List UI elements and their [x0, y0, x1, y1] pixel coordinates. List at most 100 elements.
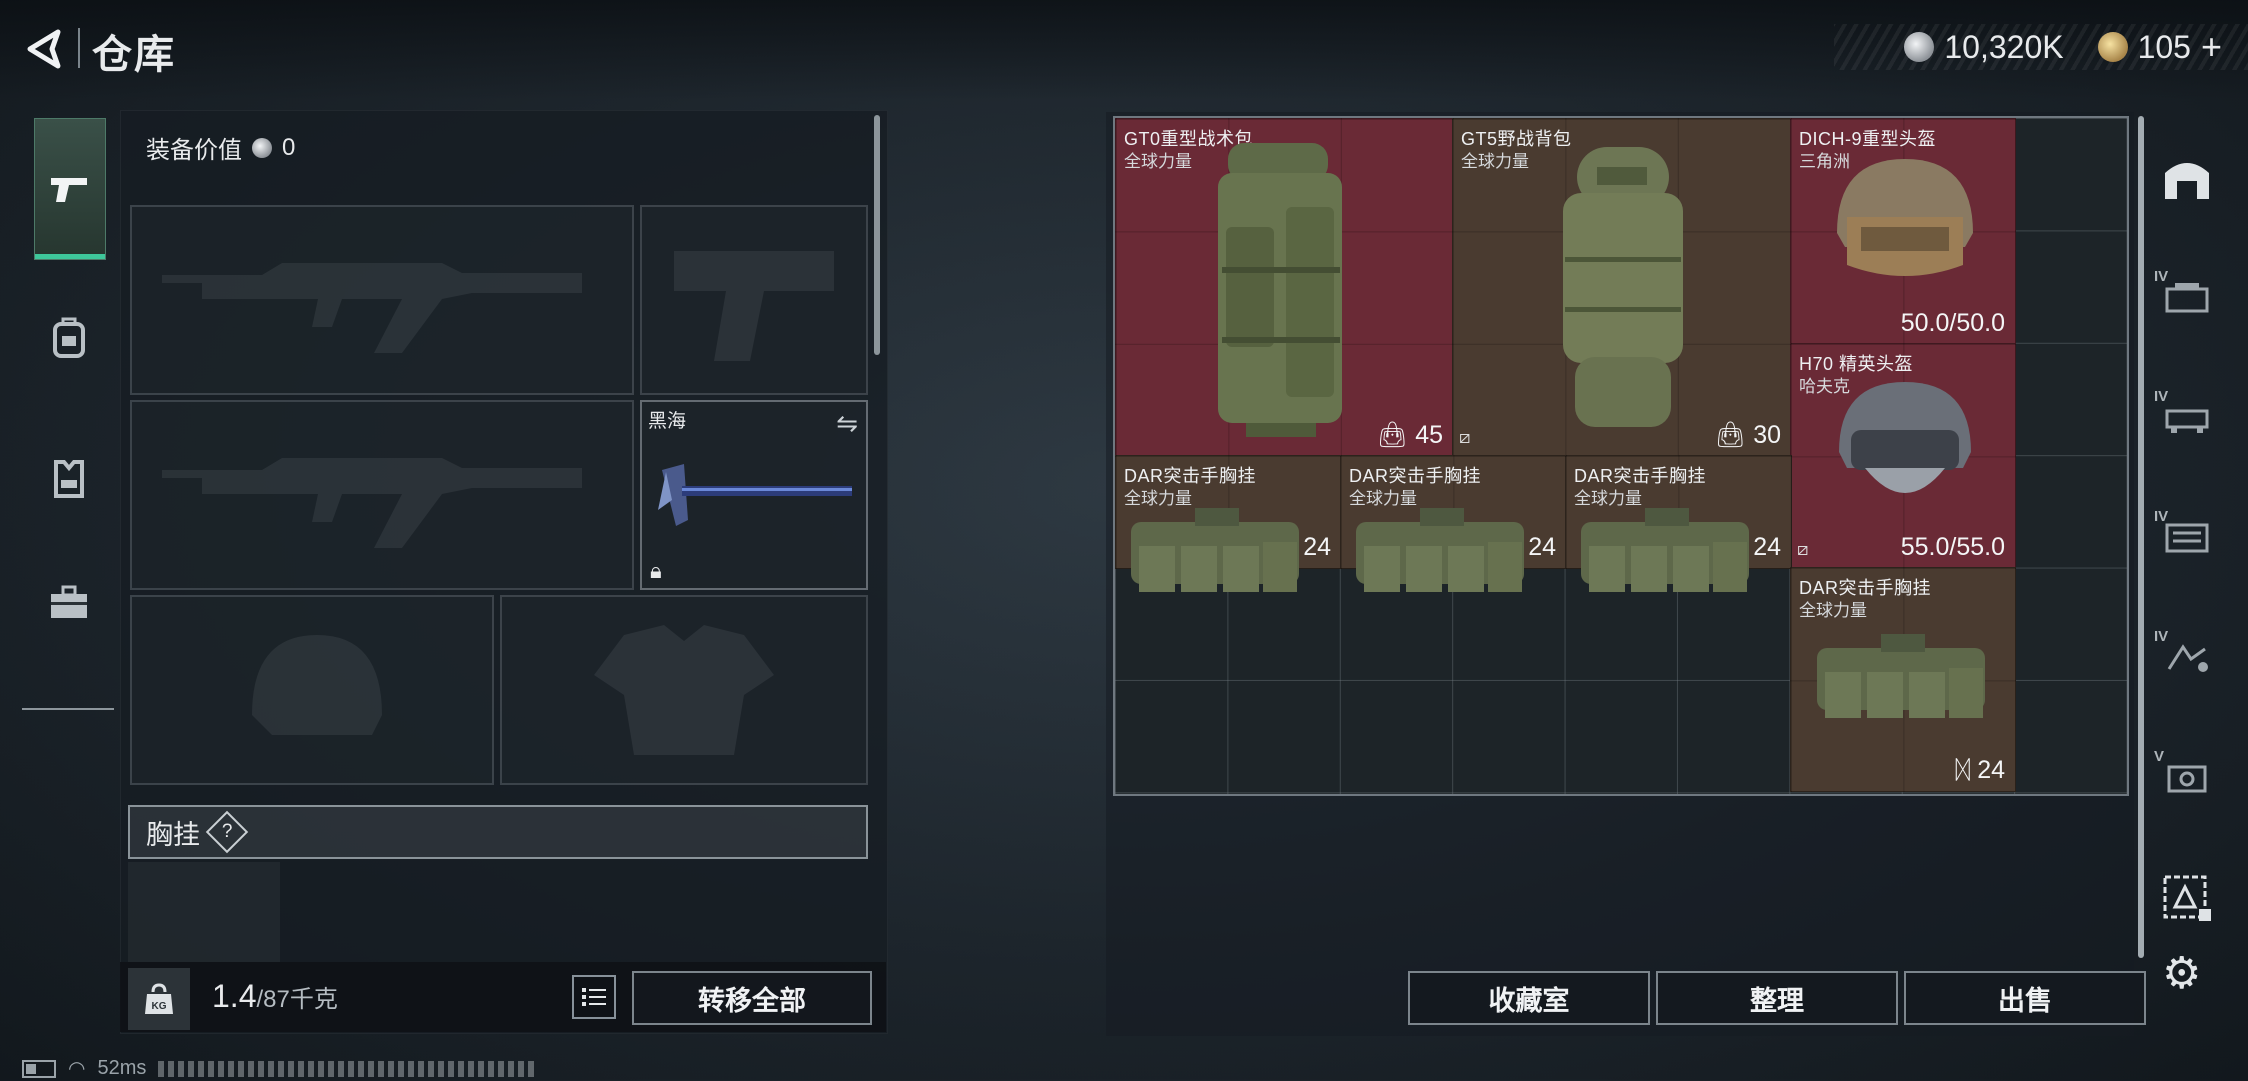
- toolbox-icon: [51, 585, 87, 618]
- primary-weapon-slot[interactable]: [130, 205, 634, 395]
- tab-level: IV: [2154, 268, 2169, 285]
- obscured-text: [158, 1060, 539, 1077]
- secondary-weapon-slot[interactable]: [130, 400, 634, 590]
- stash-item-backpack[interactable]: GT0重型战术包 全球力量 👜︎ 45: [1115, 118, 1454, 457]
- stash-upgrade-5-icon: [2167, 765, 2207, 793]
- add-gold-button[interactable]: +: [2201, 26, 2222, 68]
- stash-scrollbar[interactable]: [2138, 116, 2144, 958]
- stash-item-helmet[interactable]: H70 精英头盔 哈夫克 ⧄ 55.0/55.0: [1790, 343, 2016, 569]
- stash-tab-main[interactable]: [2150, 142, 2224, 212]
- chest-rig-header: 胸挂 ?: [128, 805, 868, 859]
- chest-rig-pouches-icon: [1356, 508, 1524, 592]
- stash-tabs-nav: IV IV IV IV V: [2150, 112, 2224, 1002]
- elite-helmet-icon: [1839, 382, 1971, 493]
- transfer-all-button[interactable]: 转移全部: [632, 971, 872, 1025]
- settings-gear-icon[interactable]: ⚙: [2162, 948, 2201, 999]
- kettlebell-weight-icon: KG: [145, 983, 173, 1014]
- stash-tab-upgrade-5[interactable]: V: [2150, 742, 2224, 812]
- gold-amount: 105: [2137, 28, 2191, 65]
- left-category-nav: [22, 108, 114, 708]
- stash-upgrade-4-icon: [2167, 644, 2208, 672]
- stash-tab-upgrade-1[interactable]: IV: [2150, 262, 2224, 332]
- capacity-value: 30: [1753, 421, 1781, 449]
- stash-upgrade-2-icon: [2165, 409, 2209, 433]
- nav-toolbox[interactable]: [34, 558, 104, 648]
- nav-backpack[interactable]: [34, 268, 104, 408]
- stash-special-icon: [2163, 875, 2211, 921]
- durability: 50.0/50.0: [1900, 309, 2005, 337]
- help-icon[interactable]: ?: [205, 810, 249, 854]
- nav-vest[interactable]: [34, 408, 104, 548]
- vest-icon: [54, 460, 84, 498]
- chest-rig-pouches-icon: [1817, 634, 1985, 718]
- melee-slot[interactable]: 黑海 ⇋ 🔒︎: [640, 400, 868, 590]
- tactical-axe-icon: [658, 464, 852, 526]
- tab-level: V: [2154, 748, 2165, 765]
- capacity-value: 45: [1415, 421, 1443, 449]
- no-stack-icon: ⧄: [1797, 539, 1809, 559]
- status-bar: ◠ 52ms: [22, 1056, 539, 1081]
- chest-rig-label: 胸挂: [146, 819, 200, 850]
- gold-coin-icon: [2097, 32, 2128, 62]
- capacity-label: ᛞ 24: [1955, 756, 2005, 784]
- capacity-value: 24: [1753, 533, 1781, 561]
- tab-level: IV: [2154, 628, 2169, 645]
- pistol-silhouette-icon: [674, 251, 834, 361]
- body-armor-slot[interactable]: [500, 595, 868, 785]
- no-stack-icon: ⧄: [1459, 427, 1471, 447]
- helmet-silhouette-icon: [252, 635, 382, 735]
- back-arrow-icon[interactable]: [22, 26, 68, 72]
- stash-home-icon: [2165, 163, 2209, 199]
- pistol-icon: [51, 178, 87, 202]
- tab-level: IV: [2154, 388, 2169, 405]
- silver-coin-icon: [252, 137, 272, 158]
- melee-name: 黑海: [648, 411, 687, 432]
- help-icon-glyph: ?: [221, 820, 233, 842]
- sidearm-slot[interactable]: [640, 205, 868, 395]
- svg-text:KG: KG: [152, 1001, 167, 1012]
- capacity-label: 👜︎ 30: [1714, 421, 1782, 449]
- rifle-silhouette-icon: [162, 458, 582, 548]
- durability: 55.0/55.0: [1900, 533, 2005, 561]
- list-view-button[interactable]: [572, 975, 616, 1019]
- silver-amount: 10,320K: [1944, 28, 2064, 65]
- equipment-value-amount: 0: [282, 133, 296, 161]
- ping-value: 52ms: [97, 1057, 147, 1079]
- stash-tab-upgrade-4[interactable]: IV: [2150, 622, 2224, 692]
- stash-grid: GT0重型战术包 全球力量 👜︎ 45 GT5野战背包 全球力量 ⧄ 👜︎ 30…: [1113, 116, 2129, 796]
- heavy-helmet-icon: [1837, 159, 1973, 276]
- battery-icon: [22, 1059, 56, 1078]
- item-faction: 全球力量: [1124, 152, 1192, 171]
- chest-rig-pouches-icon: [1581, 508, 1749, 592]
- sell-button[interactable]: 出售: [1904, 971, 2146, 1025]
- carry-weight: 1.4/87千克: [212, 978, 338, 1015]
- stash-item-helmet[interactable]: DICH-9重型头盔 三角洲 50.0/50.0: [1790, 118, 2016, 345]
- stash-tab-special[interactable]: [2150, 862, 2224, 932]
- weight-current: 1.4: [212, 978, 257, 1014]
- heavy-backpack-icon: [1218, 143, 1342, 437]
- organize-button[interactable]: 整理: [1656, 971, 1898, 1025]
- capacity-label: 👜︎ 45: [1376, 421, 1444, 449]
- loadout-scrollbar[interactable]: [874, 115, 880, 355]
- equipment-value: 装备价值 0: [146, 130, 295, 165]
- chest-rig-slot[interactable]: [128, 862, 280, 962]
- stash-tab-upgrade-3[interactable]: IV: [2150, 502, 2224, 572]
- stash-item-backpack[interactable]: GT5野战背包 全球力量 ⧄ 👜︎ 30: [1452, 118, 1792, 457]
- silver-coin-icon: [1904, 32, 1935, 62]
- wifi-icon: ◠: [68, 1058, 86, 1080]
- stash-upgrade-1-icon: [2165, 283, 2209, 313]
- stash-tab-upgrade-2[interactable]: IV: [2150, 382, 2224, 452]
- chest-rig-pouches-icon: [1131, 508, 1299, 592]
- nav-weapons[interactable]: [34, 118, 106, 260]
- title-divider: [78, 28, 80, 68]
- helmet-slot[interactable]: [130, 595, 494, 785]
- stash-item-chest-rig[interactable]: DAR突击手胸挂 全球力量 ᛞ 24: [1790, 567, 2016, 792]
- collection-room-button[interactable]: 收藏室: [1408, 971, 1650, 1025]
- armor-silhouette-icon: [594, 625, 774, 755]
- page-title: 仓库: [92, 33, 176, 77]
- lock-icon: 🔒︎: [650, 558, 662, 583]
- capacity-value: 24: [1303, 533, 1331, 561]
- list-icon: [582, 988, 606, 1006]
- swap-icon[interactable]: ⇋: [836, 408, 858, 439]
- stash-upgrade-3-icon: [2165, 523, 2209, 553]
